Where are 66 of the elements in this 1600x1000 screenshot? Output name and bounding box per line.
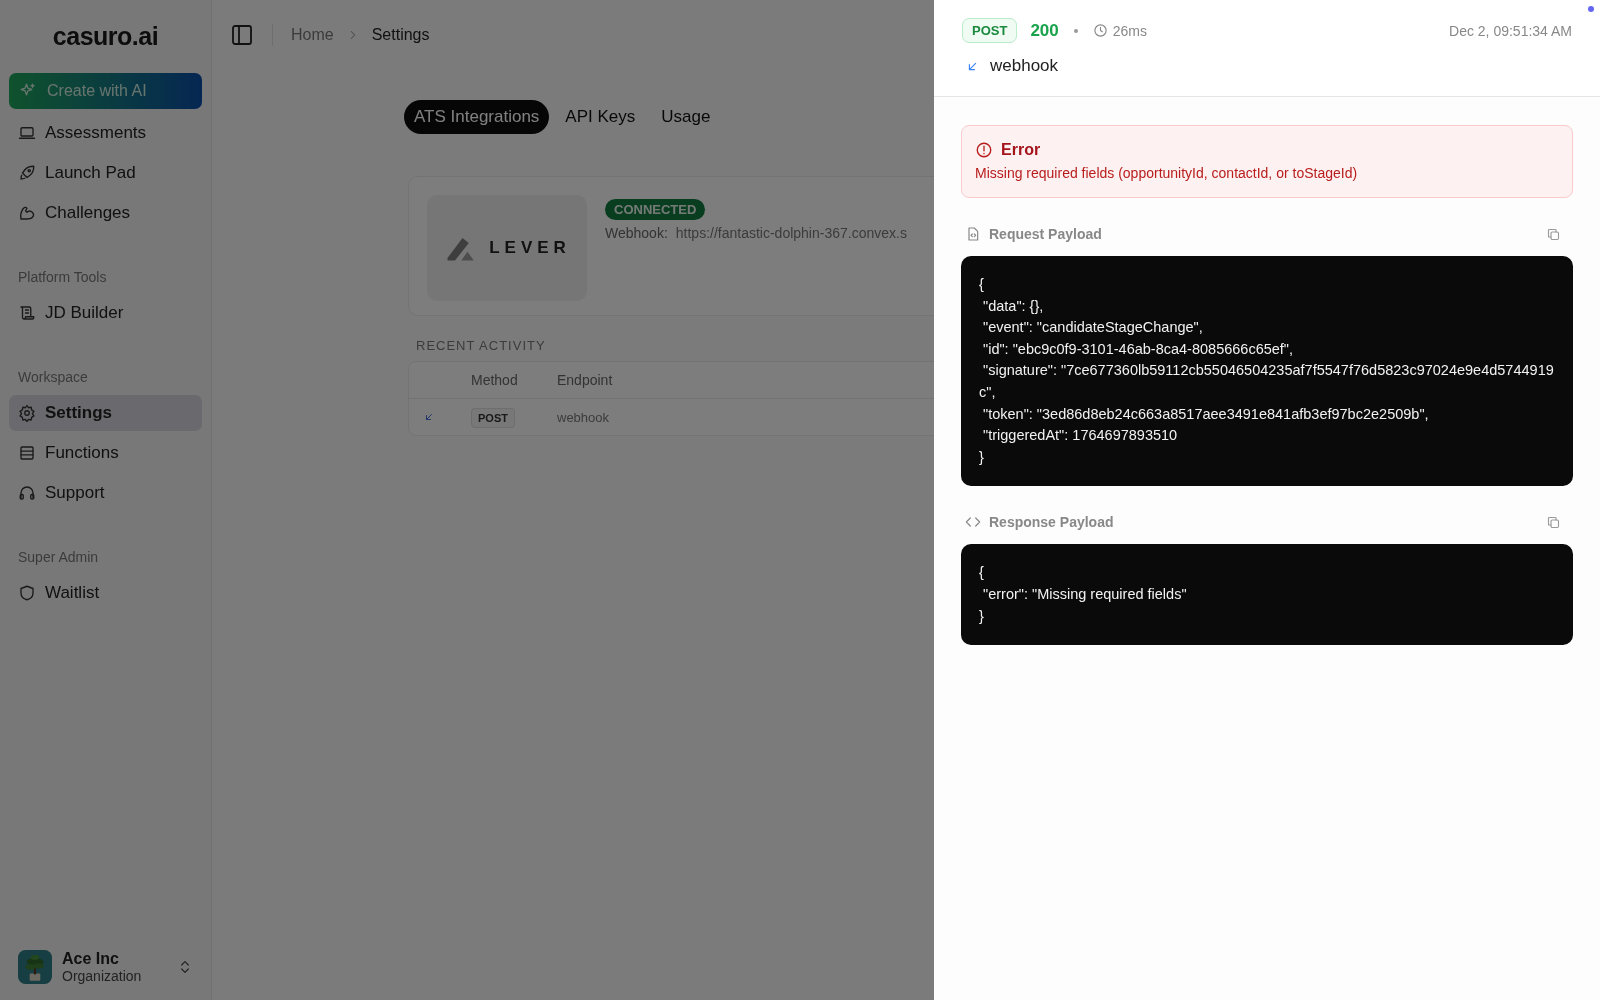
rocket-icon	[18, 164, 36, 182]
separator-dot	[1073, 28, 1078, 33]
code-line: }	[979, 447, 985, 467]
section-heading: Platform Tools	[17, 269, 108, 287]
method-badge: POST	[471, 408, 515, 428]
table-cell: webhook	[557, 409, 610, 425]
section-heading: Super Admin	[17, 549, 100, 567]
sidebar-item[interactable]: Settings	[9, 395, 202, 431]
sidebar-item[interactable]: Functions	[9, 435, 202, 471]
duration: 26ms	[1112, 22, 1147, 39]
shield-icon	[18, 584, 36, 602]
copy-icon[interactable]	[1546, 514, 1561, 530]
code-line: "id": "ebc9c0f9-3101-46ab-8ca4-8085666c65ef",	[982, 339, 1295, 359]
tab[interactable]: API Keys	[555, 100, 646, 134]
breadcrumb-link[interactable]: Home	[291, 26, 334, 44]
breadcrumb-current: Settings	[371, 26, 430, 44]
flexed-arm-icon	[18, 204, 36, 222]
sidebar-item[interactable]: Waitlist	[9, 575, 202, 611]
file-code-icon	[965, 226, 981, 242]
scroll-icon	[18, 304, 36, 322]
error-title: Error	[1001, 141, 1041, 159]
sidebar-item[interactable]: Support	[9, 475, 202, 511]
clock-icon	[1092, 23, 1108, 38]
section-heading: Workspace	[17, 369, 89, 387]
status-badge: CONNECTED	[605, 199, 706, 220]
column-header: Method	[471, 372, 519, 388]
create-with-ai-button[interactable]: Create with AI	[9, 73, 202, 109]
section-heading: RECENT ACTIVITY	[416, 338, 546, 353]
laptop-icon	[18, 124, 36, 142]
sidebar-item[interactable]: Assessments	[9, 115, 202, 151]
sidebar-item[interactable]: Launch Pad	[9, 155, 202, 191]
copy-icon[interactable]	[1546, 226, 1561, 242]
code-line: "token": "3ed86d8eb24c663a8517aee3491e841afb3ef97bc2e2509b",	[982, 404, 1430, 424]
error-message: Missing required fields (opportunityId, contactId, or toStageId)	[975, 165, 1359, 181]
logo: casuro.ai	[51, 21, 160, 52]
code-line: "data": {},	[982, 296, 1045, 316]
code-line: "signature": "7ce677360lb59112cb55046504235af7f5547f76d5823c97024e9e4d5744919c",	[979, 361, 1555, 402]
table-icon	[18, 444, 36, 462]
lever-logo: LEVER	[427, 195, 587, 301]
code-line: "triggeredAt": 1764697893510	[982, 426, 1179, 446]
timestamp: Dec 2, 09:51:34 AM	[1449, 22, 1572, 39]
indicator-dot	[1588, 6, 1594, 12]
section-title: Request Payload	[989, 226, 1102, 242]
organization-role: Organization	[62, 968, 143, 984]
sidebar-item[interactable]: Challenges	[9, 195, 202, 231]
code-line: {	[979, 563, 985, 583]
sidebar-item[interactable]: JD Builder	[9, 295, 202, 331]
settings-icon	[18, 404, 36, 422]
alert-icon	[975, 141, 993, 159]
column-header: Endpoint	[557, 372, 613, 388]
webhook-url: https://fantastic-dolphin-367.convex.s	[675, 225, 907, 241]
status-code: 200	[1030, 20, 1059, 41]
section-title: Response Payload	[989, 514, 1114, 531]
method-badge: POST	[962, 18, 1018, 43]
code-line: "event": "candidateStageChange",	[982, 318, 1204, 338]
arrow-down-left-icon	[423, 411, 435, 423]
headphones-icon	[18, 484, 36, 502]
code-line: }	[979, 606, 985, 626]
organization-name: Ace Inc	[62, 950, 120, 968]
sidebar-toggle-icon[interactable]	[230, 23, 254, 47]
code-line: {	[979, 275, 985, 294]
code-line: "error": "Missing required fields"	[982, 584, 1188, 604]
endpoint-name: webhook	[990, 56, 1059, 76]
webhook-label: Webhook:	[605, 225, 668, 241]
tab[interactable]: Usage	[651, 100, 721, 134]
tab[interactable]: ATS Integrations	[404, 100, 550, 134]
